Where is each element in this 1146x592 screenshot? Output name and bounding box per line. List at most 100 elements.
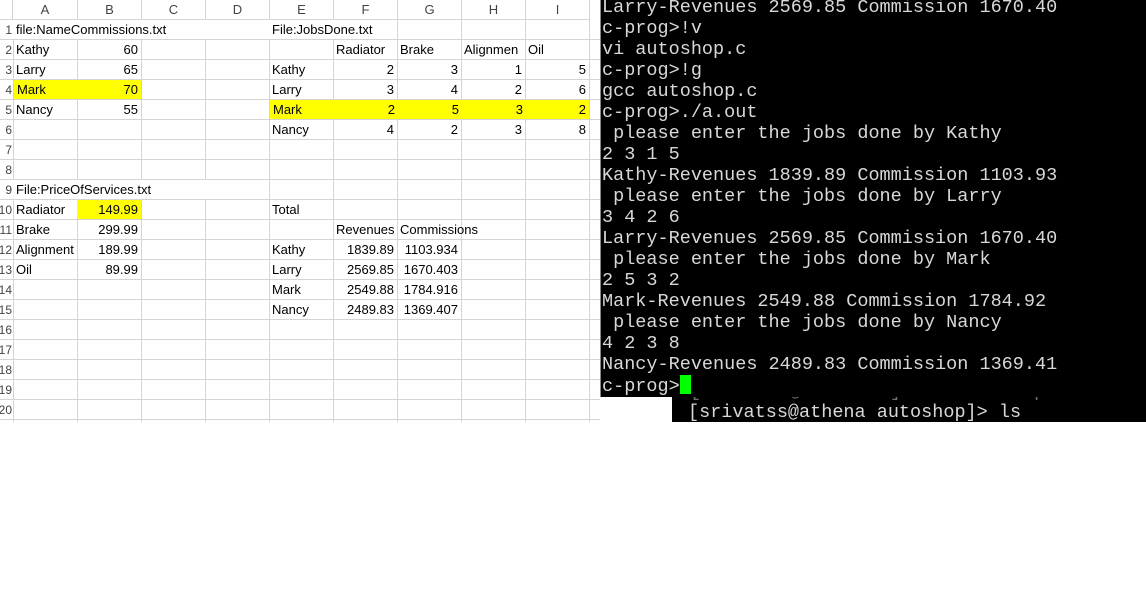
terminal2-last-line: [srivatss@athena autoshop]> ls [688,402,1022,422]
job-count-cell[interactable]: 5 [525,60,589,79]
commission-cell[interactable]: 1670.403 [397,260,461,279]
gridline [205,20,206,422]
terminal-line: vi autoshop.c [602,39,747,60]
terminal-line: please enter the jobs done by Larry [602,186,1002,207]
row-header-7[interactable]: 7 [0,140,13,160]
row-header-17[interactable]: 17 [0,340,13,360]
col-header-b[interactable]: B [78,0,142,20]
row-header-12[interactable]: 12 [0,240,13,260]
commission-rate-cell[interactable]: 55 [77,100,141,119]
col-header-h[interactable]: H [462,0,526,20]
total-header-revenues[interactable]: Revenues [333,220,397,239]
row-header-13[interactable]: 13 [0,260,13,280]
commission-cell[interactable]: 1784.916 [397,280,461,299]
col-header-f[interactable]: F [334,0,398,20]
row-header-15[interactable]: 15 [0,300,13,320]
name-cell[interactable]: Kathy [269,60,333,79]
commission-rate-cell[interactable]: 65 [77,60,141,79]
gridline [13,339,600,340]
revenue-cell[interactable]: 2569.85 [333,260,397,279]
job-count-cell[interactable]: 8 [525,120,589,139]
job-count-cell-highlighted[interactable]: 3 [461,100,526,119]
row-header-14[interactable]: 14 [0,280,13,300]
row-header-2[interactable]: 2 [0,40,13,60]
job-count-cell[interactable]: 2 [397,120,461,139]
job-count-cell-highlighted[interactable]: 2 [333,100,398,119]
job-count-cell[interactable]: 3 [333,80,397,99]
name-cell[interactable]: Larry [269,260,333,279]
col-header-c[interactable]: C [142,0,206,20]
jobs-done-title[interactable]: File:JobsDone.txt [269,20,397,39]
job-count-cell[interactable]: 2 [333,60,397,79]
service-name-cell[interactable]: Oil [13,260,77,279]
service-name-cell[interactable]: Radiator [13,200,77,219]
gridline [13,399,600,400]
row-header-5[interactable]: 5 [0,100,13,120]
name-cell[interactable]: Mark [269,280,333,299]
col-header-d[interactable]: D [206,0,270,20]
job-header-oil[interactable]: Oil [525,40,589,59]
row-header-8[interactable]: 8 [0,160,13,180]
name-cell[interactable]: Larry [13,60,77,79]
job-count-cell[interactable]: 4 [333,120,397,139]
revenue-cell[interactable]: 2549.88 [333,280,397,299]
job-count-cell[interactable]: 1 [461,60,525,79]
row-header-1[interactable]: 1 [0,20,13,40]
service-name-cell[interactable]: Alignment [13,240,77,259]
row-header-20[interactable]: 20 [0,400,13,420]
row-header-11[interactable]: 11 [0,220,13,240]
terminal-line: c-prog>!g [602,60,702,81]
row-header-10[interactable]: 10 [0,200,13,220]
row-header-6[interactable]: 6 [0,120,13,140]
service-price-cell[interactable]: 89.99 [77,260,141,279]
service-name-cell[interactable]: Brake [13,220,77,239]
row-header-3[interactable]: 3 [0,60,13,80]
commission-cell[interactable]: 1369.407 [397,300,461,319]
service-price-cell[interactable]: 299.99 [77,220,141,239]
col-header-e[interactable]: E [270,0,334,20]
name-cell[interactable]: Larry [269,80,333,99]
spreadsheet: A B C D E F G H I 1 2 3 4 5 6 7 8 9 10 1… [0,0,600,422]
terminal-line: Kathy-Revenues 1839.89 Commission 1103.9… [602,165,1058,186]
col-header-i[interactable]: I [526,0,590,20]
row-header-18[interactable]: 18 [0,360,13,380]
row-header-4[interactable]: 4 [0,80,13,100]
name-commissions-title[interactable]: file:NameCommissions.txt [13,20,213,39]
total-header-commissions[interactable]: Commissions [397,220,487,239]
job-count-cell-highlighted[interactable]: 2 [525,100,589,119]
service-price-cell[interactable]: 189.99 [77,240,141,259]
terminal-prompt-line[interactable]: c-prog> [602,375,691,397]
name-cell-highlighted[interactable]: Mark [270,100,334,119]
revenue-cell[interactable]: 2489.83 [333,300,397,319]
job-count-cell[interactable]: 6 [525,80,589,99]
row-header-16[interactable]: 16 [0,320,13,340]
row-header-19[interactable]: 19 [0,380,13,400]
name-cell-highlighted[interactable]: Mark [14,80,78,99]
col-header-a[interactable]: A [13,0,78,20]
name-cell[interactable]: Kathy [269,240,333,259]
terminal-window[interactable]: Larry-Revenues 2569.85 Commission 1670.4… [600,0,1146,397]
job-header-radiator[interactable]: Radiator [333,40,397,59]
job-count-cell[interactable]: 4 [397,80,461,99]
job-count-cell[interactable]: 2 [461,80,525,99]
job-header-brake[interactable]: Brake [397,40,461,59]
job-count-cell[interactable]: 3 [461,120,525,139]
total-title[interactable]: Total [269,200,333,219]
empty-desktop-area [0,422,1146,592]
job-count-cell-highlighted[interactable]: 5 [397,100,462,119]
revenue-cell[interactable]: 1839.89 [333,240,397,259]
row-header-9[interactable]: 9 [0,180,13,200]
commission-rate-cell[interactable]: 60 [77,40,141,59]
name-cell[interactable]: Nancy [13,100,77,119]
name-cell[interactable]: Kathy [13,40,77,59]
corner-header[interactable] [0,0,13,20]
name-cell[interactable]: Nancy [269,120,333,139]
job-count-cell[interactable]: 3 [397,60,461,79]
col-header-g[interactable]: G [398,0,462,20]
commission-rate-cell-highlighted[interactable]: 70 [77,80,141,99]
name-cell[interactable]: Nancy [269,300,333,319]
job-header-alignment[interactable]: Alignmen [461,40,525,59]
price-of-services-title[interactable]: File:PriceOfServices.txt [13,180,213,199]
commission-cell[interactable]: 1103.934 [397,240,461,259]
service-price-cell-highlighted[interactable]: 149.99 [77,200,141,219]
